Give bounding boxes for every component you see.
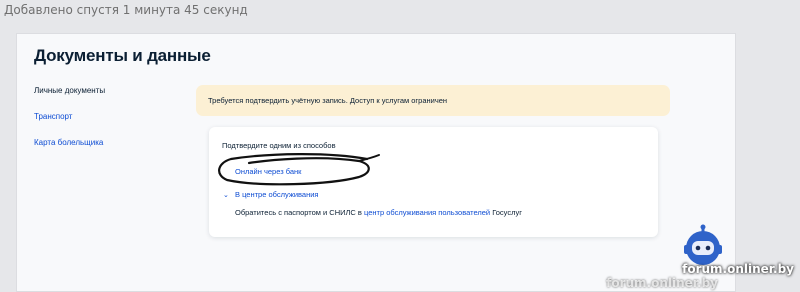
forum-post-image: Добавлено спустя 1 минута 45 секунд Доку…: [0, 0, 800, 292]
chevron-down-icon: ⌄: [223, 192, 229, 199]
post-time-caption: Добавлено спустя 1 минута 45 секунд: [4, 3, 248, 17]
page-title: Документы и данные: [34, 46, 211, 65]
banner-text: Требуется подтвердить учётную запись. До…: [208, 96, 448, 105]
center-desc-text-before: Обратитесь с паспортом и СНИЛС в: [235, 208, 364, 217]
service-center-description: Обратитесь с паспортом и СНИЛС в центр о…: [235, 208, 522, 217]
service-center-toggle[interactable]: ⌄ В центре обслуживания: [223, 190, 319, 199]
verify-methods-card: Подтвердите одним из способов Онлайн чер…: [209, 127, 658, 237]
account-warning-banner: Требуется подтвердить учётную запись. До…: [196, 85, 670, 116]
sidebar-item-personal-documents[interactable]: Личные документы: [34, 86, 105, 95]
sidebar: Личные документы Транспорт Карта болельщ…: [34, 86, 105, 164]
forum-watermark-shadow: forum.onliner.by: [606, 276, 718, 290]
verify-heading: Подтвердите одним из способов: [222, 141, 336, 150]
service-center-toggle-label: В центре обслуживания: [235, 190, 319, 199]
forum-watermark: forum.onliner.by: [682, 262, 794, 276]
gosuslugi-screenshot: Документы и данные Личные документы Тран…: [16, 33, 736, 292]
sidebar-item-transport[interactable]: Транспорт: [34, 112, 105, 121]
online-bank-link[interactable]: Онлайн через банк: [235, 167, 301, 176]
service-center-link[interactable]: центр обслуживания пользователей: [364, 208, 490, 217]
sidebar-item-fan-card[interactable]: Карта болельщика: [34, 138, 105, 147]
center-desc-text-after: Госуслуг: [490, 208, 522, 217]
